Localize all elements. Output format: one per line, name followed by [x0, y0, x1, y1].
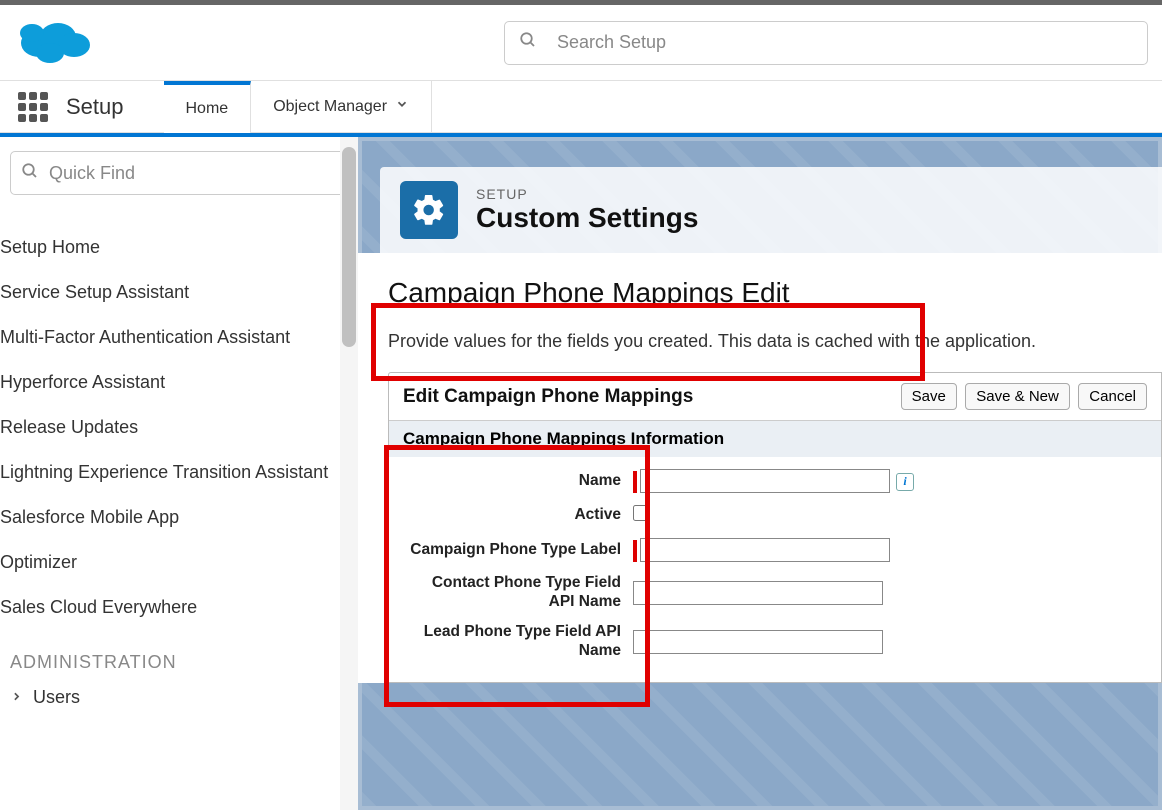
header-eyebrow: SETUP: [476, 186, 698, 202]
form-fields: Name i Active Campaign Ph: [389, 457, 1161, 682]
contact-phone-api-input[interactable]: [633, 581, 883, 605]
lead-phone-api-input[interactable]: [633, 630, 883, 654]
form-button-row: Save Save & New Cancel: [897, 383, 1147, 410]
tab-home[interactable]: Home: [164, 81, 252, 133]
sidebar-item-setup-home[interactable]: Setup Home: [0, 225, 348, 270]
setup-sidebar: Setup Home Service Setup Assistant Multi…: [0, 137, 358, 810]
sidebar-scrollbar[interactable]: [340, 137, 358, 810]
sidebar-item-hyperforce-assistant[interactable]: Hyperforce Assistant: [0, 360, 348, 405]
chevron-right-icon: [10, 687, 23, 708]
sidebar-item-service-setup-assistant[interactable]: Service Setup Assistant: [0, 270, 348, 315]
name-input[interactable]: [640, 469, 890, 493]
cancel-button[interactable]: Cancel: [1078, 383, 1147, 410]
search-icon: [519, 31, 537, 54]
sidebar-item-lex-transition[interactable]: Lightning Experience Transition Assistan…: [0, 450, 348, 495]
page-body: Campaign Phone Mappings Edit Provide val…: [358, 253, 1162, 683]
page-title: Campaign Phone Mappings Edit: [380, 273, 792, 313]
tab-label: Object Manager: [273, 98, 387, 116]
form-title: Edit Campaign Phone Mappings: [403, 386, 693, 408]
global-search-input[interactable]: [557, 32, 1133, 53]
page-description: Provide values for the fields you create…: [388, 331, 1162, 352]
sidebar-item-optimizer[interactable]: Optimizer: [0, 540, 348, 585]
nav-app-title: Setup: [66, 94, 124, 120]
quick-find-box[interactable]: [10, 151, 348, 195]
tab-object-manager[interactable]: Object Manager: [251, 81, 432, 133]
quick-find-input[interactable]: [49, 163, 337, 184]
active-checkbox[interactable]: [633, 505, 649, 521]
header-title: Custom Settings: [476, 202, 698, 234]
scrollbar-thumb[interactable]: [342, 147, 356, 347]
sidebar-item-mfa-assistant[interactable]: Multi-Factor Authentication Assistant: [0, 315, 348, 360]
sidebar-item-sales-cloud-everywhere[interactable]: Sales Cloud Everywhere: [0, 585, 348, 630]
field-label: Lead Phone Type Field API Name: [403, 623, 633, 660]
nav-bar: Setup Home Object Manager: [0, 81, 1162, 133]
app-launcher-icon[interactable]: [18, 92, 48, 122]
page-header-card: SETUP Custom Settings: [380, 167, 1162, 253]
campaign-phone-type-label-input[interactable]: [640, 538, 890, 562]
required-indicator: [633, 471, 637, 493]
sidebar-item-mobile-app[interactable]: Salesforce Mobile App: [0, 495, 348, 540]
field-label: Contact Phone Type Field API Name: [403, 574, 633, 611]
gear-icon: [400, 181, 458, 239]
main-area: Setup Home Service Setup Assistant Multi…: [0, 133, 1162, 810]
sidebar-item-label: Users: [33, 687, 80, 708]
required-indicator: [633, 540, 637, 562]
sidebar-item-users[interactable]: Users: [10, 681, 348, 708]
sidebar-section-administration: ADMINISTRATION: [10, 652, 348, 673]
save-button[interactable]: Save: [901, 383, 957, 410]
field-row-lead-api: Lead Phone Type Field API Name: [403, 623, 1147, 660]
tab-label: Home: [186, 100, 229, 118]
field-label: Campaign Phone Type Label: [403, 541, 633, 560]
field-label: Name: [403, 472, 633, 491]
salesforce-logo: [14, 13, 94, 72]
chevron-down-icon: [395, 97, 409, 116]
search-icon: [21, 162, 39, 185]
info-icon[interactable]: i: [896, 473, 914, 491]
edit-form: Edit Campaign Phone Mappings Save Save &…: [388, 372, 1162, 683]
sidebar-item-release-updates[interactable]: Release Updates: [0, 405, 348, 450]
field-row-name: Name i: [403, 469, 1147, 493]
field-row-phone-type-label: Campaign Phone Type Label: [403, 538, 1147, 562]
field-label: Active: [403, 506, 633, 525]
global-search[interactable]: [504, 21, 1148, 65]
save-and-new-button[interactable]: Save & New: [965, 383, 1070, 410]
field-row-contact-api: Contact Phone Type Field API Name: [403, 574, 1147, 611]
form-section-title: Campaign Phone Mappings Information: [389, 420, 1161, 457]
field-row-active: Active: [403, 505, 1147, 526]
global-header: [0, 5, 1162, 81]
content-area: SETUP Custom Settings Campaign Phone Map…: [358, 137, 1162, 810]
